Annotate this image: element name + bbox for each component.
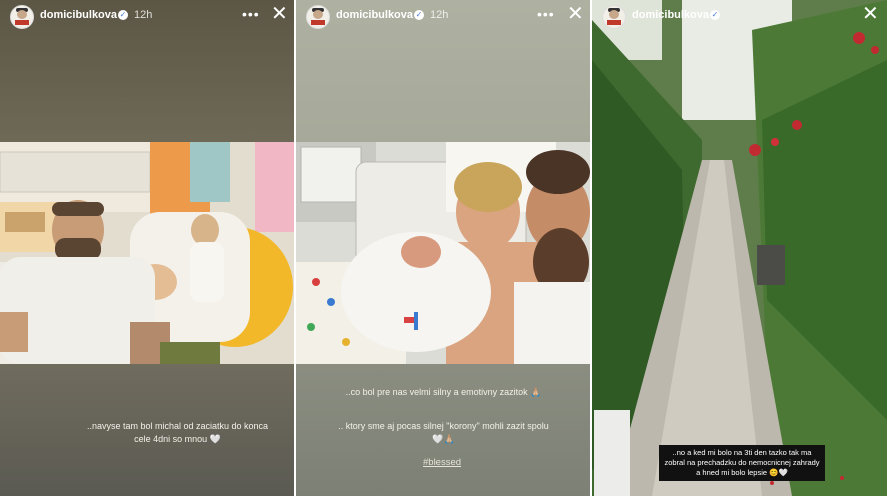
story-panel-1[interactable]: domicibulkova ✓ 12h ••• ✕ ..navyse tam b… — [0, 0, 294, 496]
avatar[interactable] — [10, 5, 34, 29]
username[interactable]: domicibulkova — [336, 9, 413, 21]
story-header: domicibulkova ✓ 12h ••• ✕ — [0, 0, 294, 32]
username[interactable]: domicibulkova — [632, 9, 709, 21]
more-options-icon[interactable]: ••• — [242, 6, 260, 22]
story-photo-garden — [592, 0, 887, 496]
story-caption: ..navyse tam bol michal od zaciatku do k… — [86, 421, 269, 444]
story-caption: ..no a ked mi bolo na 3ti den tazko tak … — [659, 445, 825, 481]
avatar[interactable] — [306, 5, 330, 29]
verified-badge-icon: ✓ — [414, 10, 424, 20]
story-header: domicibulkova ✓ 12h ••• ✕ — [296, 0, 590, 32]
hashtag-link[interactable]: #blessed — [423, 457, 461, 468]
story-panel-3[interactable]: domicibulkova ✓ ✕ ..no a ked mi bolo na … — [592, 0, 887, 496]
close-icon[interactable]: ✕ — [862, 4, 879, 24]
story-caption-1: ..co bol pre nas velmi silny a emotivny … — [345, 387, 542, 397]
username[interactable]: domicibulkova — [40, 9, 117, 21]
story-time: 12h — [134, 9, 153, 21]
story-panel-2[interactable]: domicibulkova ✓ 12h ••• ✕ ..co bol pre n… — [296, 0, 590, 496]
more-options-icon[interactable]: ••• — [537, 6, 555, 22]
verified-badge-icon: ✓ — [710, 10, 720, 20]
story-photo-hospital-bed — [0, 142, 294, 364]
verified-badge-icon: ✓ — [118, 10, 128, 20]
close-icon[interactable]: ✕ — [567, 4, 584, 24]
story-header: domicibulkova ✓ ✕ — [592, 0, 887, 32]
story-caption-2: .. ktory sme aj pocas silnej "korony" mo… — [338, 421, 549, 444]
avatar[interactable] — [602, 5, 626, 29]
close-icon[interactable]: ✕ — [271, 4, 288, 24]
story-time: 12h — [430, 9, 449, 21]
story-photo-newborn — [296, 142, 590, 364]
